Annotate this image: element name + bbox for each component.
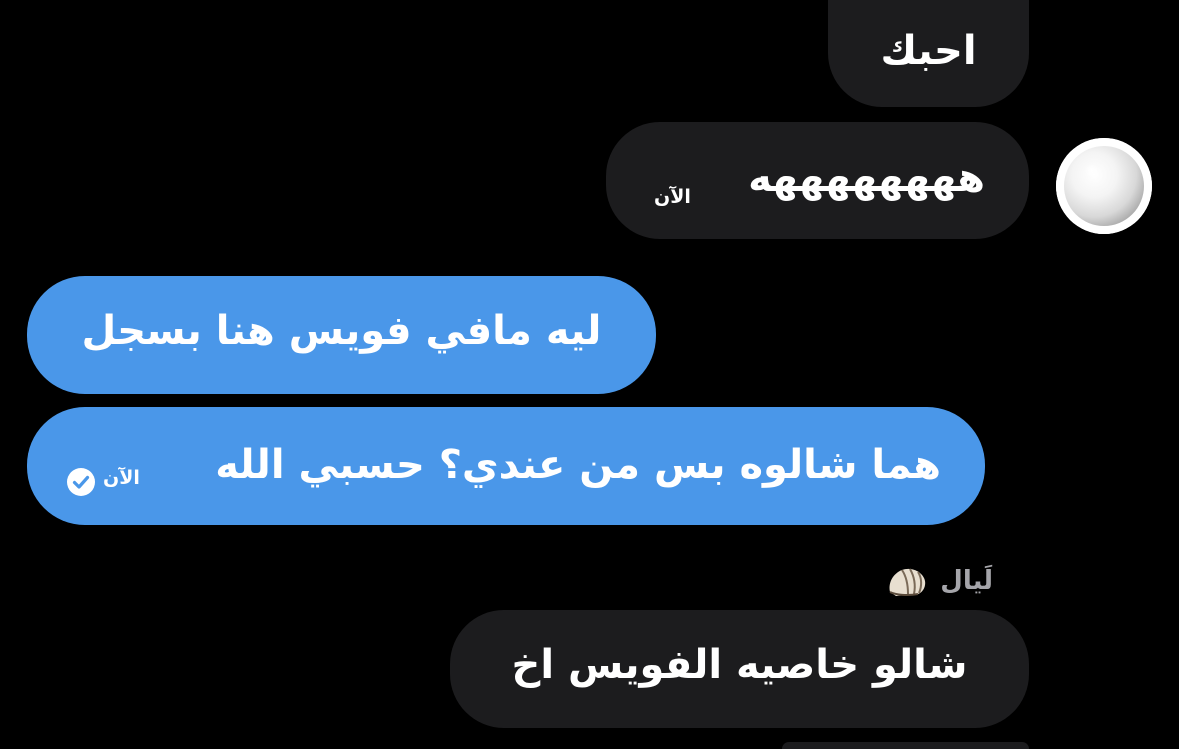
message-bubble-incoming[interactable]: ههههههههه الآن — [606, 122, 1029, 239]
shell-icon — [886, 562, 930, 602]
sender-name: لَيال — [940, 566, 993, 596]
message-text: احبك — [880, 27, 977, 74]
message-bubble-outgoing[interactable]: ليه مافي فويس هنا بسجل — [27, 276, 656, 394]
check-circle-icon — [66, 467, 96, 497]
message-bubble-outgoing[interactable]: هما شالوه بس من عندي؟ حسبي الله الآن — [27, 407, 985, 525]
message-text: شالو خاصيه الفويس اخ — [511, 642, 968, 688]
pearl-avatar[interactable] — [1056, 138, 1152, 234]
message-text: هما شالوه بس من عندي؟ حسبي الله — [215, 442, 941, 488]
message-bubble-incoming[interactable]: احبك — [828, 0, 1029, 107]
message-timestamp: الآن — [103, 467, 140, 489]
message-bubble-incoming[interactable]: شالو خاصيه الفويس اخ — [450, 610, 1029, 728]
message-text: ليه مافي فويس هنا بسجل — [81, 308, 602, 354]
message-bubble-incoming-partial[interactable] — [782, 742, 1029, 749]
message-timestamp: الآن — [654, 186, 691, 208]
message-text: ههههههههه — [748, 155, 985, 201]
